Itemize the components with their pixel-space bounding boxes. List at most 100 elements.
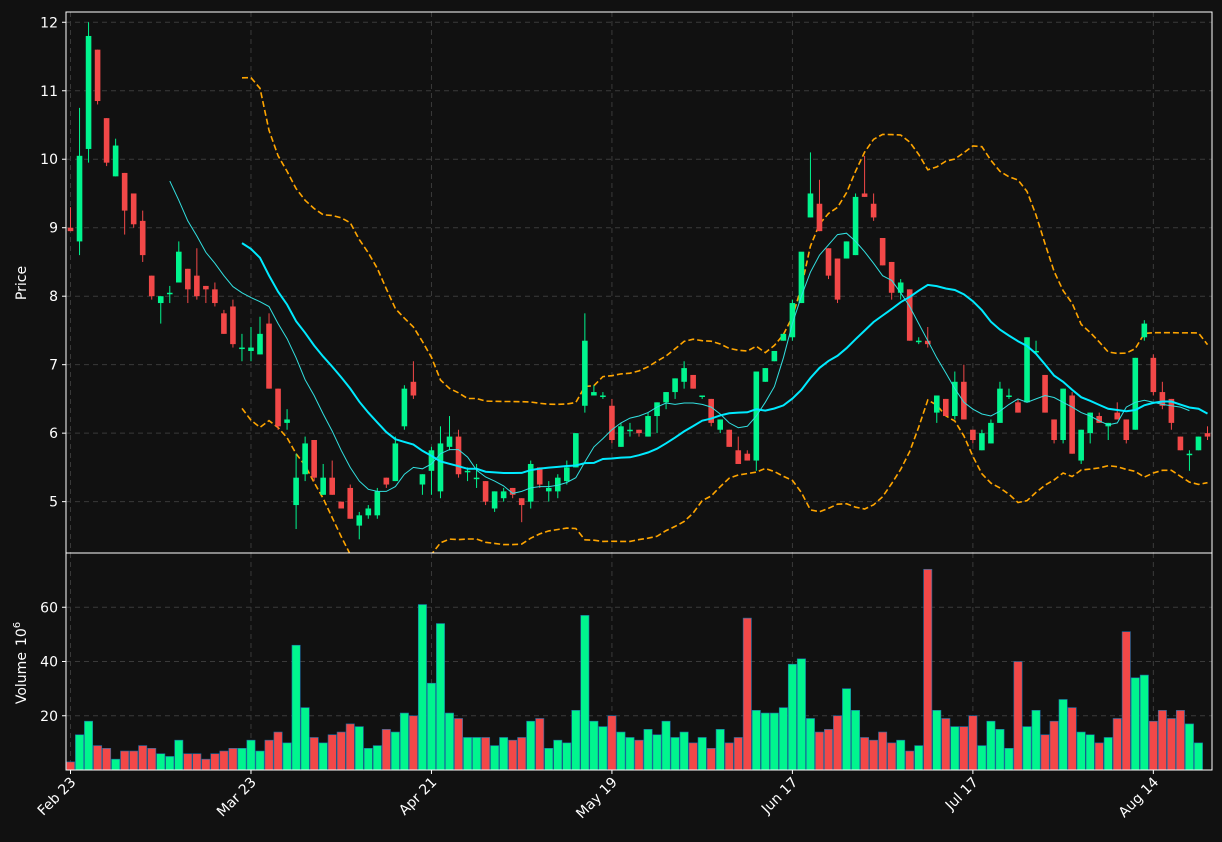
- candle-body: [311, 440, 317, 478]
- candle-body: [943, 398, 949, 417]
- volume-bar: [715, 729, 725, 771]
- candle-body: [988, 422, 994, 444]
- candle-body: [1132, 357, 1139, 430]
- volume-bar: [896, 739, 906, 771]
- candle-body: [933, 395, 940, 413]
- volume-bar: [93, 745, 103, 771]
- candle-body: [185, 268, 191, 290]
- volume-exponent-power: 6: [12, 622, 23, 628]
- volume-bar: [824, 729, 833, 771]
- volume-bar: [769, 712, 779, 771]
- candle-body: [1006, 395, 1012, 397]
- candle-body: [464, 470, 471, 473]
- candle-body: [870, 203, 877, 218]
- candle-body: [500, 491, 507, 499]
- volume-bar: [751, 710, 761, 771]
- volume-bar: [986, 720, 996, 771]
- volume-bar: [805, 718, 815, 771]
- volume-bar: [1175, 710, 1185, 771]
- price-axis-label: Price: [14, 266, 30, 300]
- candle-body: [654, 402, 660, 417]
- volume-bar: [1121, 631, 1131, 771]
- volume-bar: [851, 710, 861, 771]
- volume-bar: [75, 734, 84, 771]
- candle-body: [600, 395, 606, 397]
- candle-body: [392, 443, 399, 482]
- candle-body: [1042, 374, 1048, 413]
- volume-bar: [66, 761, 75, 771]
- candle-body: [807, 193, 814, 218]
- volume-bar: [562, 742, 572, 771]
- volume-bar: [1013, 661, 1023, 771]
- volume-bar: [688, 742, 698, 771]
- volume-bar: [399, 712, 409, 771]
- price-tick-label: 7: [49, 358, 58, 374]
- volume-bar: [1166, 718, 1176, 771]
- volume-bar: [842, 688, 851, 771]
- volume-bar: [697, 737, 707, 771]
- candle-body: [825, 248, 832, 276]
- volume-bar: [436, 623, 445, 771]
- candle-body: [961, 381, 967, 420]
- candle-body: [347, 487, 354, 519]
- volume-bar: [760, 712, 770, 771]
- volume-bar: [129, 750, 139, 771]
- candle-body: [248, 347, 254, 351]
- candle-body: [681, 368, 687, 382]
- volume-axis-label: Volume 106: [12, 622, 30, 704]
- candle-body: [609, 405, 615, 441]
- volume-bar: [111, 758, 121, 771]
- volume-bar: [363, 747, 373, 771]
- volume-bar: [174, 739, 184, 771]
- volume-bar: [1103, 737, 1113, 771]
- volume-bar: [1139, 674, 1149, 771]
- volume-bar: [1085, 734, 1095, 771]
- candle-body: [329, 477, 335, 495]
- candle-body: [591, 392, 597, 396]
- volume-bar: [138, 745, 148, 771]
- candle-body: [879, 237, 886, 266]
- candle-body: [627, 429, 633, 432]
- candle-body: [194, 275, 200, 297]
- volume-bar: [417, 604, 427, 771]
- volume-bar: [778, 707, 788, 771]
- volume-bar: [616, 731, 626, 771]
- candle-body: [726, 429, 733, 447]
- price-tick-label: 9: [49, 221, 58, 237]
- candle-body: [212, 289, 218, 304]
- candle-body: [762, 368, 769, 382]
- candle-body: [275, 388, 281, 427]
- candle-body: [401, 388, 408, 427]
- candle-body: [455, 436, 462, 475]
- candle-body: [239, 347, 245, 350]
- candle-body: [915, 340, 922, 343]
- candle-body: [852, 196, 859, 256]
- volume-bar: [1067, 707, 1077, 771]
- candle-body: [690, 374, 696, 389]
- candle-body: [861, 193, 868, 197]
- volume-bar: [427, 682, 436, 771]
- volume-bar: [1130, 677, 1140, 771]
- candle-body: [645, 416, 651, 437]
- price-tick-label: 8: [49, 289, 58, 305]
- candle-body: [979, 433, 985, 451]
- volume-bar: [84, 720, 94, 771]
- candle-body: [897, 282, 904, 293]
- candle-body: [843, 241, 850, 259]
- candle-body: [564, 467, 570, 482]
- price-tick-label: 12: [40, 15, 58, 31]
- candle-body: [284, 419, 290, 423]
- volume-bar: [959, 726, 969, 771]
- candle-body: [997, 388, 1003, 423]
- volume-bar: [526, 720, 536, 771]
- volume-bar: [192, 753, 202, 771]
- volume-bar: [544, 747, 554, 771]
- volume-bar: [454, 718, 463, 771]
- volume-bar: [607, 715, 617, 771]
- volume-bar: [1184, 723, 1194, 771]
- volume-bar: [282, 742, 292, 771]
- candle-body: [410, 381, 417, 396]
- candle-body: [148, 275, 155, 297]
- volume-bar: [724, 742, 734, 771]
- volume-bar: [499, 737, 509, 771]
